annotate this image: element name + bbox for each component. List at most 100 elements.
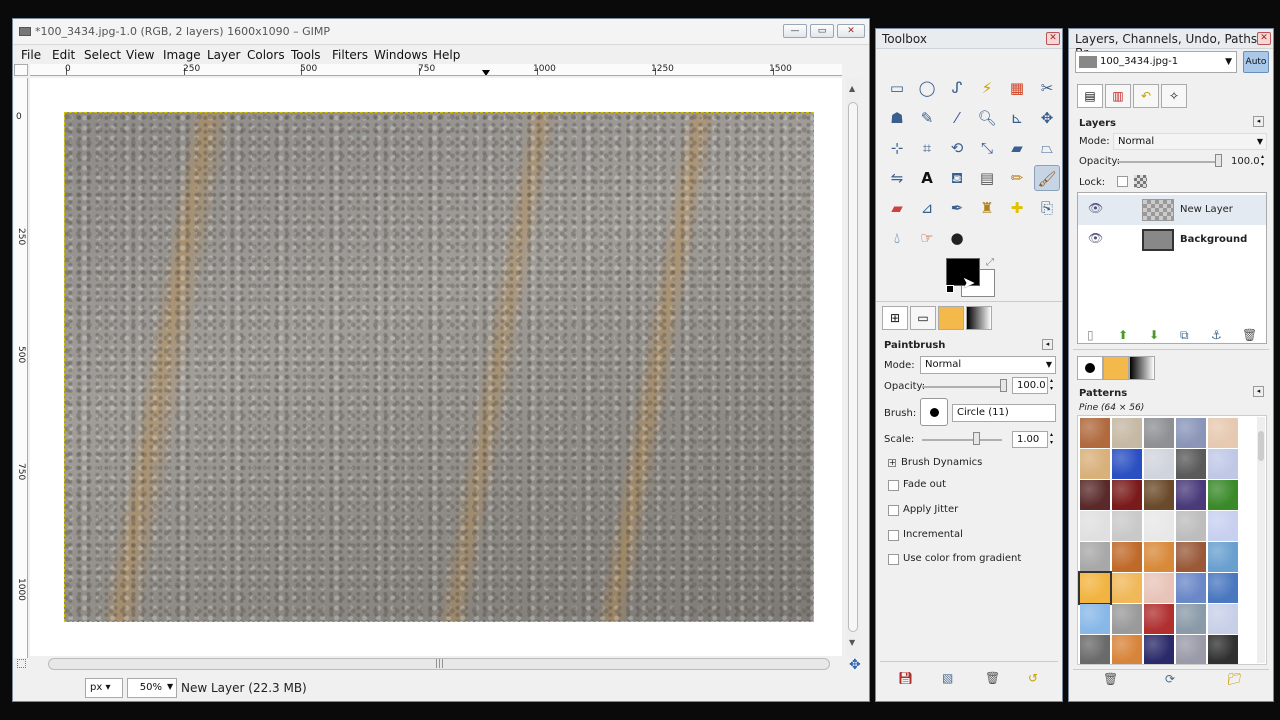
auto-button[interactable]: Auto bbox=[1243, 51, 1269, 73]
channels-tab-icon[interactable]: ▥ bbox=[1105, 84, 1131, 108]
lower-layer-icon[interactable]: ⬇ bbox=[1149, 328, 1159, 342]
save-options-icon[interactable]: 💾︎ bbox=[898, 671, 913, 685]
incremental-checkbox[interactable] bbox=[888, 530, 899, 541]
brush-name-field[interactable]: Circle (11) bbox=[952, 404, 1056, 422]
canvas-area[interactable] bbox=[30, 78, 842, 656]
move-tool-icon[interactable]: ✥ bbox=[1034, 105, 1060, 131]
vertical-scrollbar[interactable]: ▲ ▼ bbox=[846, 78, 860, 658]
scroll-up-icon[interactable]: ▲ bbox=[849, 84, 855, 93]
paths-tab-icon[interactable]: ✧ bbox=[1161, 84, 1187, 108]
ellipse-select-tool-icon[interactable]: ◯ bbox=[914, 75, 940, 101]
pattern-swatch[interactable] bbox=[1208, 449, 1238, 479]
pattern-swatch[interactable] bbox=[1208, 542, 1238, 572]
scroll-thumb[interactable] bbox=[848, 102, 858, 632]
scale-slider[interactable] bbox=[922, 439, 1002, 441]
pattern-swatch[interactable] bbox=[1080, 542, 1110, 572]
fuzzy-select-tool-icon[interactable]: ⚡ bbox=[974, 75, 1000, 101]
scale-spinner-icon[interactable]: ▴ ▾ bbox=[1050, 431, 1053, 447]
patterns-scrollbar[interactable] bbox=[1257, 417, 1265, 663]
free-select-tool-icon[interactable]: ᔑ bbox=[944, 75, 970, 101]
default-colors-icon[interactable] bbox=[946, 285, 954, 293]
pattern-swatch[interactable] bbox=[1208, 604, 1238, 634]
scale-input[interactable]: 1.00 bbox=[1012, 431, 1048, 448]
scroll-thumb[interactable] bbox=[1258, 431, 1264, 461]
patterns-menu-icon[interactable]: ◂ bbox=[1253, 386, 1264, 397]
layer-opacity-slider[interactable] bbox=[1117, 161, 1217, 163]
mode-select[interactable]: Normal ▼ bbox=[920, 356, 1056, 374]
opacity-slider-thumb[interactable] bbox=[1000, 379, 1007, 392]
device-status-tab-icon[interactable]: ▭ bbox=[910, 306, 936, 330]
reset-options-icon[interactable]: ↺ bbox=[1028, 671, 1038, 685]
smudge-tool-icon[interactable]: ☞ bbox=[914, 225, 940, 251]
text-tool-icon[interactable]: A bbox=[914, 165, 940, 191]
layers-dock-titlebar[interactable]: Layers, Channels, Undo, Paths - Br... ✕ bbox=[1069, 29, 1273, 60]
anchor-layer-icon[interactable]: ⚓ bbox=[1211, 328, 1222, 342]
menu-edit[interactable]: Edit bbox=[52, 48, 75, 62]
pattern-swatch[interactable] bbox=[1208, 511, 1238, 541]
gradients-tab-icon[interactable] bbox=[1129, 356, 1155, 380]
brush-preview-button[interactable] bbox=[920, 398, 948, 426]
pattern-tab-icon[interactable] bbox=[938, 306, 964, 330]
pattern-swatch[interactable] bbox=[1176, 604, 1206, 634]
zoom-tool-icon[interactable]: 🔍︎ bbox=[974, 105, 1000, 131]
scroll-down-icon[interactable]: ▼ bbox=[849, 638, 855, 647]
dodge-burn-tool-icon[interactable]: ● bbox=[944, 225, 970, 251]
navigate-icon[interactable]: ✥ bbox=[849, 657, 861, 673]
maximize-button[interactable]: ▭ bbox=[810, 24, 834, 38]
paths-tool-icon[interactable]: ✎ bbox=[914, 105, 940, 131]
clone-tool-icon[interactable]: ♜ bbox=[974, 195, 1000, 221]
perspective-tool-icon[interactable]: ⏢ bbox=[1034, 135, 1060, 161]
align-tool-icon[interactable]: ⊹ bbox=[884, 135, 910, 161]
layer-opacity-slider-thumb[interactable] bbox=[1215, 154, 1222, 167]
pattern-swatch[interactable] bbox=[1144, 418, 1174, 448]
pattern-swatch[interactable] bbox=[1176, 635, 1206, 664]
pattern-swatch[interactable] bbox=[1144, 573, 1174, 603]
pattern-swatch[interactable] bbox=[1176, 542, 1206, 572]
unit-select[interactable]: px ▾ bbox=[85, 678, 123, 698]
pattern-swatch[interactable] bbox=[1080, 604, 1110, 634]
shear-tool-icon[interactable]: ▰ bbox=[1004, 135, 1030, 161]
undo-tab-icon[interactable]: ↶ bbox=[1133, 84, 1159, 108]
crop-tool-icon[interactable]: ⌗ bbox=[914, 135, 940, 161]
opacity-input[interactable]: 100.0 bbox=[1012, 377, 1048, 394]
pattern-swatch[interactable] bbox=[1080, 480, 1110, 510]
perspective-clone-tool-icon[interactable]: ⎘ bbox=[1034, 195, 1060, 221]
horizontal-ruler[interactable]: 0 250 500 750 1000 1250 1500 bbox=[30, 64, 842, 76]
patterns-tab-icon[interactable] bbox=[1103, 356, 1129, 380]
color-select-tool-icon[interactable]: ▦ bbox=[1004, 75, 1030, 101]
pattern-swatch[interactable] bbox=[1112, 480, 1142, 510]
pattern-swatch[interactable] bbox=[1144, 635, 1174, 664]
quick-mask-toggle-icon[interactable] bbox=[17, 659, 26, 668]
paintbrush-tool-icon[interactable]: 🖌︎ bbox=[1034, 165, 1060, 191]
new-layer-icon[interactable]: ▯ bbox=[1087, 328, 1094, 342]
menu-select[interactable]: Select bbox=[84, 48, 121, 62]
bucket-fill-tool-icon[interactable]: ⛾ bbox=[944, 165, 970, 191]
pattern-swatch[interactable] bbox=[1112, 542, 1142, 572]
opacity-spinner-icon[interactable]: ▴ ▾ bbox=[1050, 377, 1053, 393]
pattern-swatch[interactable] bbox=[1144, 511, 1174, 541]
layer-row[interactable]: 👁︎ New Layer bbox=[1078, 195, 1266, 225]
expand-icon[interactable]: + bbox=[888, 459, 896, 467]
pattern-swatch[interactable] bbox=[1176, 449, 1206, 479]
tool-options-tab-icon[interactable]: ⊞ bbox=[882, 306, 908, 330]
flip-tool-icon[interactable]: ⇋ bbox=[884, 165, 910, 191]
color-picker-tool-icon[interactable]: ⁄ bbox=[944, 105, 970, 131]
use-gradient-color-checkbox[interactable] bbox=[888, 554, 899, 565]
blur-tool-icon[interactable]: 💧︎ bbox=[884, 225, 910, 251]
layer-row[interactable]: 👁︎ Background bbox=[1078, 225, 1266, 255]
pattern-swatch[interactable] bbox=[1112, 418, 1142, 448]
layers-tab-icon[interactable]: ▤ bbox=[1077, 84, 1103, 108]
rotate-tool-icon[interactable]: ⟲ bbox=[944, 135, 970, 161]
menu-file[interactable]: File bbox=[21, 48, 41, 62]
pattern-swatch[interactable] bbox=[1176, 511, 1206, 541]
scissors-tool-icon[interactable]: ✂ bbox=[1034, 75, 1060, 101]
gradient-tab-icon[interactable] bbox=[966, 306, 992, 330]
image-window-titlebar[interactable]: *100_3434.jpg-1.0 (RGB, 2 layers) 1600x1… bbox=[13, 19, 869, 45]
pattern-swatch[interactable] bbox=[1112, 635, 1142, 664]
image-select[interactable]: 100_3434.jpg-1 ▼ bbox=[1075, 51, 1237, 73]
refresh-patterns-icon[interactable]: ⟳ bbox=[1165, 672, 1175, 686]
delete-pattern-icon[interactable]: 🗑︎ bbox=[1103, 672, 1118, 686]
duplicate-layer-icon[interactable]: ⧉ bbox=[1180, 328, 1189, 343]
pattern-swatch[interactable] bbox=[1208, 635, 1238, 664]
delete-layer-icon[interactable]: 🗑︎ bbox=[1242, 328, 1257, 342]
